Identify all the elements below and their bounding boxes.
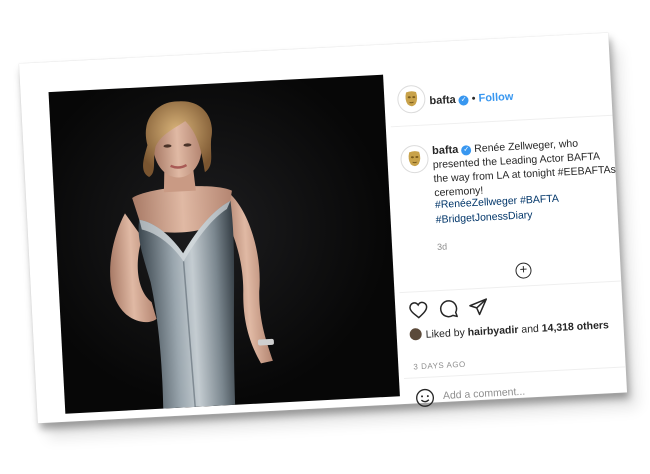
liked-by-and: and: [521, 322, 540, 336]
caption-age: 3d: [436, 241, 448, 253]
caption-username[interactable]: bafta: [432, 144, 459, 157]
header-separator: •: [471, 92, 476, 106]
heart-icon[interactable]: [408, 300, 429, 321]
comment-bubble-icon[interactable]: [438, 298, 459, 319]
emoji-smile-icon[interactable]: [415, 387, 436, 408]
caption-avatar[interactable]: [399, 144, 430, 174]
likes-summary: Liked by hairbyadir and 14,318 others: [409, 318, 609, 341]
post-photo[interactable]: [48, 74, 400, 414]
post-header: bafta ✓ • Follow: [388, 62, 613, 128]
post-sidebar: bafta ✓ • Follow bafta ✓ Renée Zellweger, wh…: [388, 62, 628, 419]
liked-by-user[interactable]: hairbyadir: [467, 324, 518, 339]
comment-input[interactable]: [442, 382, 594, 402]
header-user-row: bafta ✓ • Follow: [429, 87, 514, 109]
post-timestamp: 3 DAYS AGO: [413, 359, 466, 372]
bafta-mask-logo-icon: [405, 91, 418, 107]
post-caption: bafta ✓ Renée Zellweger, who presented th…: [432, 135, 617, 200]
follow-button[interactable]: Follow: [478, 91, 513, 105]
verified-badge-icon: ✓: [461, 145, 472, 156]
liked-by-prefix: Liked by: [425, 326, 466, 341]
instagram-post-card: bafta ✓ • Follow bafta ✓ Renée Zellweger, wh…: [18, 32, 628, 424]
comment-bar: [403, 366, 628, 419]
hashtag-list: #RenéeZellweger #BAFTA #BridgetJonessDia…: [435, 192, 561, 228]
header-username[interactable]: bafta: [429, 94, 456, 107]
paper-plane-icon[interactable]: [468, 296, 489, 317]
post-actions: Liked by hairbyadir and 14,318 others: [399, 280, 625, 354]
verified-badge-icon: ✓: [458, 95, 470, 106]
woman-in-silver-gown-image: [110, 101, 274, 409]
bafta-avatar[interactable]: [396, 84, 427, 114]
plus-circle-icon[interactable]: +: [515, 261, 532, 279]
bafta-mask-logo-icon: [408, 151, 421, 167]
likes-count[interactable]: 14,318 others: [541, 319, 609, 334]
liker-avatar[interactable]: [409, 327, 422, 341]
